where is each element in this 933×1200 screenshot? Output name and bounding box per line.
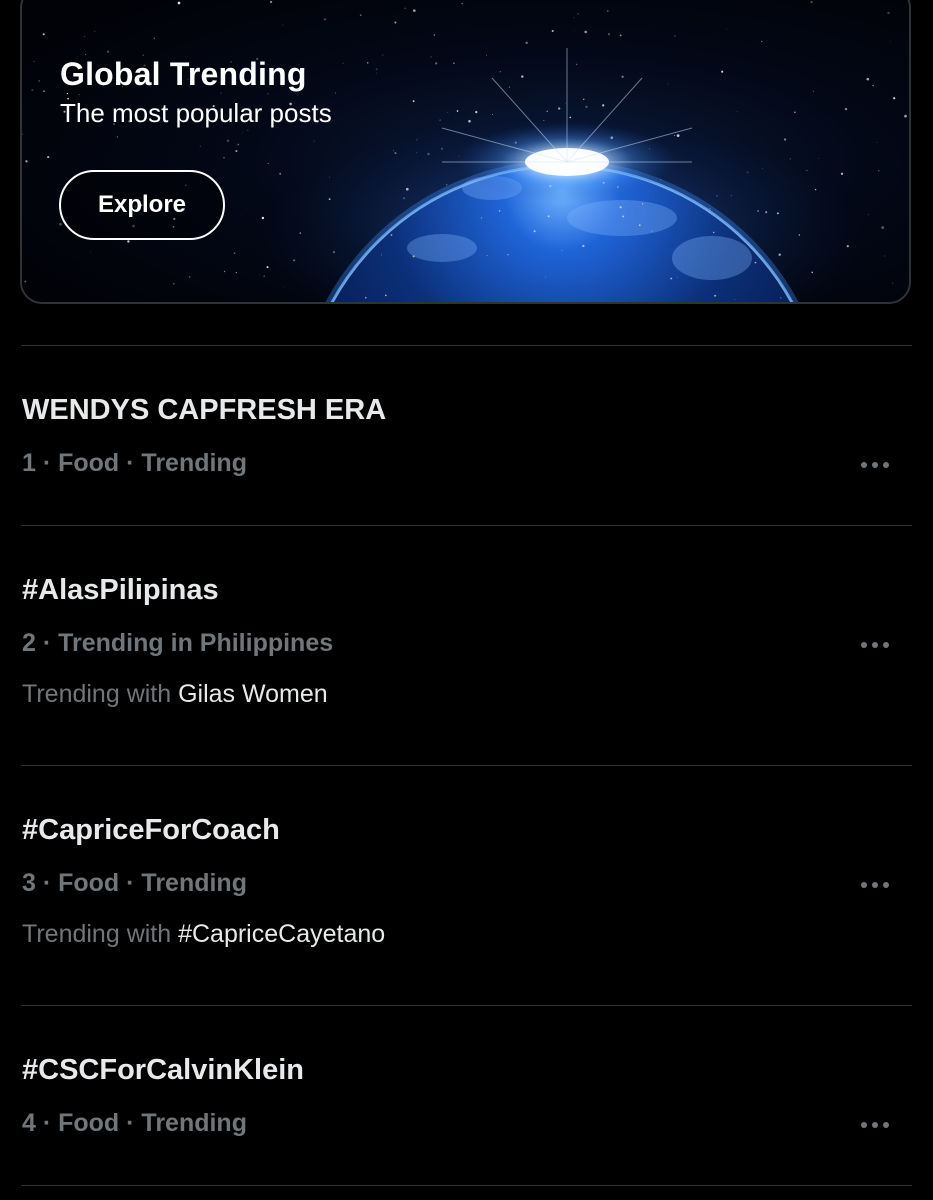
divider <box>21 1185 912 1186</box>
trending-with-term[interactable]: #CapriceCayetano <box>178 920 385 948</box>
earth-space-image <box>22 0 909 302</box>
trend-meta: 4 · Food · Trending <box>22 1109 247 1137</box>
trend-list: WENDYS CAPFRESH ERA 1 · Food · Trending … <box>0 345 933 1186</box>
trend-name: #CapriceForCoach <box>22 814 280 846</box>
trending-with: Trending with #CapriceCayetano <box>22 920 385 949</box>
trending-with-prefix: Trending with <box>22 680 179 708</box>
trend-meta: 2 · Trending in Philippines <box>22 629 334 657</box>
banner-title: Global Trending <box>60 56 307 92</box>
trend-item[interactable]: #AlasPilipinas 2 · Trending in Philippin… <box>0 526 933 765</box>
more-icon[interactable] <box>855 631 895 659</box>
banner-subtitle: The most popular posts <box>60 98 332 128</box>
trend-name: #AlasPilipinas <box>22 574 219 606</box>
trending-with-prefix: Trending with <box>22 920 179 948</box>
trend-name: #CSCForCalvinKlein <box>22 1054 304 1086</box>
global-trending-banner[interactable]: Global Trending The most popular posts E… <box>20 0 911 304</box>
more-icon[interactable] <box>855 451 895 479</box>
explore-button[interactable]: Explore <box>59 170 225 240</box>
trending-with: Trending with Gilas Women <box>22 680 328 709</box>
more-icon[interactable] <box>855 1111 895 1139</box>
trend-item[interactable]: #CSCForCalvinKlein 4 · Food · Trending <box>0 1006 933 1185</box>
trend-item[interactable]: WENDYS CAPFRESH ERA 1 · Food · Trending <box>0 346 933 525</box>
trend-meta: 1 · Food · Trending <box>22 449 247 477</box>
more-icon[interactable] <box>855 871 895 899</box>
trend-name: WENDYS CAPFRESH ERA <box>22 394 387 426</box>
trend-item[interactable]: #CapriceForCoach 3 · Food · Trending Tre… <box>0 766 933 1005</box>
trending-with-term[interactable]: Gilas Women <box>178 680 328 708</box>
trend-meta: 3 · Food · Trending <box>22 869 247 897</box>
